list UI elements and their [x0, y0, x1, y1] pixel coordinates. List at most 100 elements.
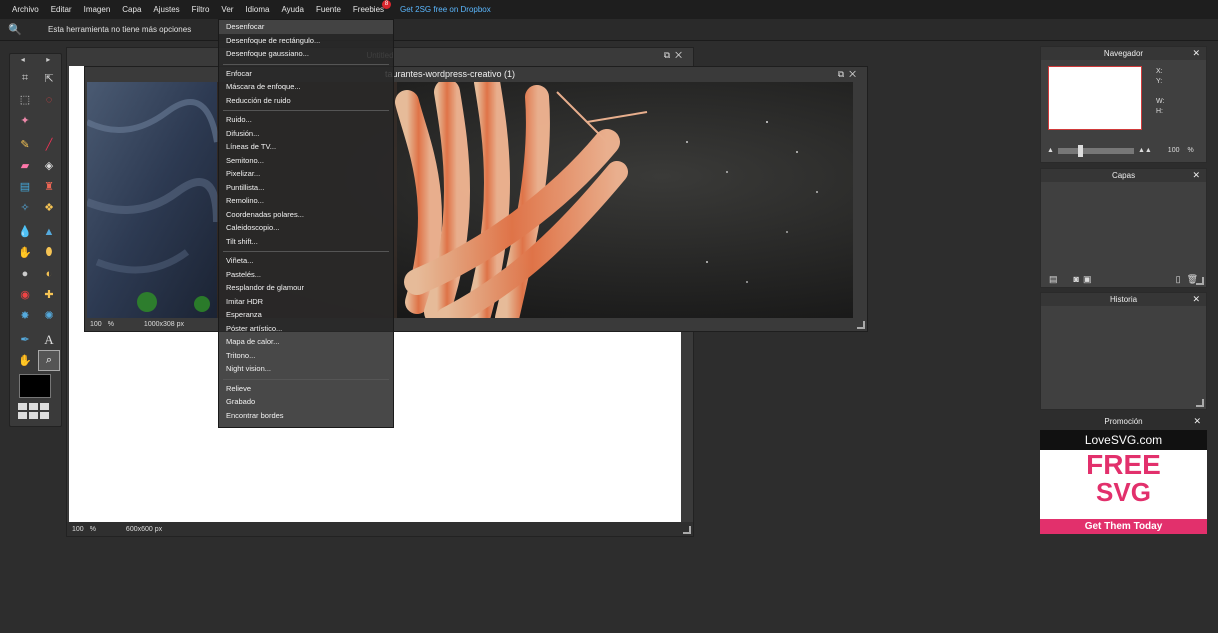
- marquee-tool-icon[interactable]: ⬚: [14, 89, 36, 110]
- bucket-tool-icon[interactable]: ◈: [38, 155, 60, 176]
- close-icon[interactable]: ✕: [675, 50, 687, 60]
- move-tool-icon[interactable]: ⇱: [38, 68, 60, 89]
- navigator-zoom-input[interactable]: 100: [1168, 147, 1180, 154]
- toolbox-collapse[interactable]: ◂ ▸: [10, 54, 61, 66]
- document-window-photo: taurantes-wordpress-creativo (1) ⧉✕ 100 …: [84, 66, 868, 332]
- menu-item-desenfoque-rectangulo[interactable]: Desenfoque de rectángulo...: [219, 34, 393, 48]
- view-mode-grid-icon[interactable]: [18, 403, 49, 419]
- magic-wand-tool-icon[interactable]: ✦: [14, 110, 36, 131]
- menu-idioma[interactable]: Idioma: [245, 5, 269, 14]
- sponge-tool-icon[interactable]: ⬮: [38, 242, 60, 263]
- zoom-out-icon[interactable]: ▲: [1047, 147, 1054, 154]
- menu-item-mapa-calor[interactable]: Mapa de calor...: [219, 335, 393, 349]
- menu-item-tilt-shift[interactable]: Tilt shift...: [219, 235, 393, 249]
- arrow-left-icon[interactable]: ◂: [21, 54, 25, 66]
- menu-item-caleidoscopio[interactable]: Caleidoscopio...: [219, 221, 393, 235]
- gradient-tool-icon[interactable]: ▤: [14, 176, 36, 197]
- color-picker-tool-icon[interactable]: ✒: [14, 329, 36, 350]
- menu-item-esperanza[interactable]: Esperanza: [219, 308, 393, 322]
- menu-item-tritono[interactable]: Tritono...: [219, 349, 393, 363]
- menu-item-desenfocar[interactable]: Desenfocar: [219, 20, 393, 34]
- layer-style-icon[interactable]: ▣: [1083, 274, 1092, 285]
- menu-item-resplandor-glamour[interactable]: Resplandor de glamour: [219, 281, 393, 295]
- resize-handle-icon[interactable]: [1196, 277, 1204, 285]
- resize-handle-icon[interactable]: [1196, 399, 1204, 407]
- menu-ayuda[interactable]: Ayuda: [281, 5, 304, 14]
- menu-ajustes[interactable]: Ajustes: [153, 5, 179, 14]
- zoom-slider[interactable]: [1057, 144, 1134, 157]
- color-replace-tool-icon[interactable]: ✧: [14, 197, 36, 218]
- menu-item-mascara-enfoque[interactable]: Máscara de enfoque...: [219, 80, 393, 94]
- menu-item-pixelizar[interactable]: Pixelizar...: [219, 167, 393, 181]
- arrow-right-icon[interactable]: ▸: [46, 54, 50, 66]
- menu-item-relieve[interactable]: Relieve: [219, 382, 393, 396]
- menu-item-puntillista[interactable]: Puntillista...: [219, 181, 393, 195]
- dropbox-promo-link[interactable]: Get 2SG free on Dropbox: [400, 5, 491, 14]
- menu-item-encontrar-bordes[interactable]: Encontrar bordes: [219, 409, 393, 423]
- navigator-thumbnail[interactable]: [1048, 66, 1142, 130]
- foreground-color-swatch[interactable]: [19, 374, 51, 398]
- menu-item-semitono[interactable]: Semitono...: [219, 154, 393, 168]
- menu-item-ruido[interactable]: Ruido...: [219, 113, 393, 127]
- bloat-tool-icon[interactable]: ✸: [14, 305, 36, 326]
- menu-item-pasteles[interactable]: Pastelés...: [219, 268, 393, 282]
- burn-tool-icon[interactable]: ●: [14, 263, 36, 284]
- dodge-tool-icon[interactable]: ◐: [38, 263, 60, 284]
- menu-item-coordenadas-polares[interactable]: Coordenadas polares...: [219, 208, 393, 222]
- resize-handle-icon[interactable]: [683, 526, 691, 534]
- new-layer-icon[interactable]: ▯: [1176, 274, 1181, 285]
- menu-item-reduccion-ruido[interactable]: Reducción de ruido: [219, 94, 393, 108]
- sharpen-tool-icon[interactable]: ▲: [38, 221, 60, 242]
- menu-item-night-vision[interactable]: Night vision...: [219, 362, 393, 376]
- eraser-tool-icon[interactable]: ▰: [14, 155, 36, 176]
- zoom-tool-button[interactable]: ⌕: [38, 350, 60, 371]
- promo-banner[interactable]: LoveSVG.com FREE SVG Get Them Today: [1040, 430, 1207, 534]
- menu-item-poster-artistico[interactable]: Póster artístico...: [219, 322, 393, 336]
- hand-tool-icon[interactable]: ✋: [14, 350, 36, 371]
- menu-editar[interactable]: Editar: [51, 5, 72, 14]
- zoom-value[interactable]: 100: [72, 526, 84, 533]
- menu-item-imitar-hdr[interactable]: Imitar HDR: [219, 295, 393, 309]
- pinch-tool-icon[interactable]: ✺: [38, 305, 60, 326]
- zoom-value[interactable]: 100: [90, 321, 102, 328]
- close-icon[interactable]: ✕: [1193, 415, 1201, 428]
- stamp-tool-icon[interactable]: ♜: [38, 176, 60, 197]
- menu-item-grabado[interactable]: Grabado: [219, 395, 393, 409]
- menu-item-difusion[interactable]: Difusión...: [219, 127, 393, 141]
- layer-properties-icon[interactable]: ▤: [1049, 274, 1058, 285]
- close-icon[interactable]: ✕: [849, 69, 861, 79]
- red-eye-tool-icon[interactable]: ◉: [14, 284, 36, 305]
- close-icon[interactable]: ✕: [1192, 293, 1200, 306]
- restore-icon[interactable]: ⧉: [838, 69, 849, 79]
- zoom-slider-knob[interactable]: [1077, 144, 1083, 157]
- menu-imagen[interactable]: Imagen: [84, 5, 111, 14]
- menu-item-vineta[interactable]: Viñeta...: [219, 254, 393, 268]
- menu-item-lineas-tv[interactable]: Líneas de TV...: [219, 140, 393, 154]
- shrimp-photo[interactable]: [87, 82, 853, 318]
- menu-ver[interactable]: Ver: [221, 5, 233, 14]
- spot-heal-tool-icon[interactable]: ✚: [38, 284, 60, 305]
- crop-tool-icon[interactable]: ⌗: [14, 68, 36, 89]
- menu-item-enfocar[interactable]: Enfocar: [219, 67, 393, 81]
- blur-tool-icon[interactable]: 💧: [14, 221, 36, 242]
- layer-mask-icon[interactable]: ◙: [1074, 274, 1079, 284]
- zoom-in-icon[interactable]: ▲▲: [1138, 147, 1152, 154]
- brush-tool-icon[interactable]: ╱: [38, 134, 60, 155]
- promo-cta-button[interactable]: Get Them Today: [1040, 519, 1207, 534]
- menu-capa[interactable]: Capa: [122, 5, 141, 14]
- close-icon[interactable]: ✕: [1192, 169, 1200, 182]
- menu-freebies[interactable]: Freebies 8: [353, 0, 392, 14]
- menu-item-desenfoque-gaussiano[interactable]: Desenfoque gaussiano...: [219, 47, 393, 61]
- restore-icon[interactable]: ⧉: [664, 50, 675, 60]
- pencil-tool-icon[interactable]: ✎: [14, 134, 36, 155]
- smudge-tool-icon[interactable]: ✋: [14, 242, 36, 263]
- drawing-tool-icon[interactable]: ❖: [38, 197, 60, 218]
- resize-handle-icon[interactable]: [857, 321, 865, 329]
- menu-fuente[interactable]: Fuente: [316, 5, 341, 14]
- lasso-tool-icon[interactable]: ◌: [38, 89, 60, 110]
- close-icon[interactable]: ✕: [1192, 47, 1200, 60]
- menu-item-remolino[interactable]: Remolino...: [219, 194, 393, 208]
- type-tool-icon[interactable]: A: [38, 329, 60, 350]
- menu-archivo[interactable]: Archivo: [12, 5, 39, 14]
- menu-filtro[interactable]: Filtro: [192, 5, 210, 14]
